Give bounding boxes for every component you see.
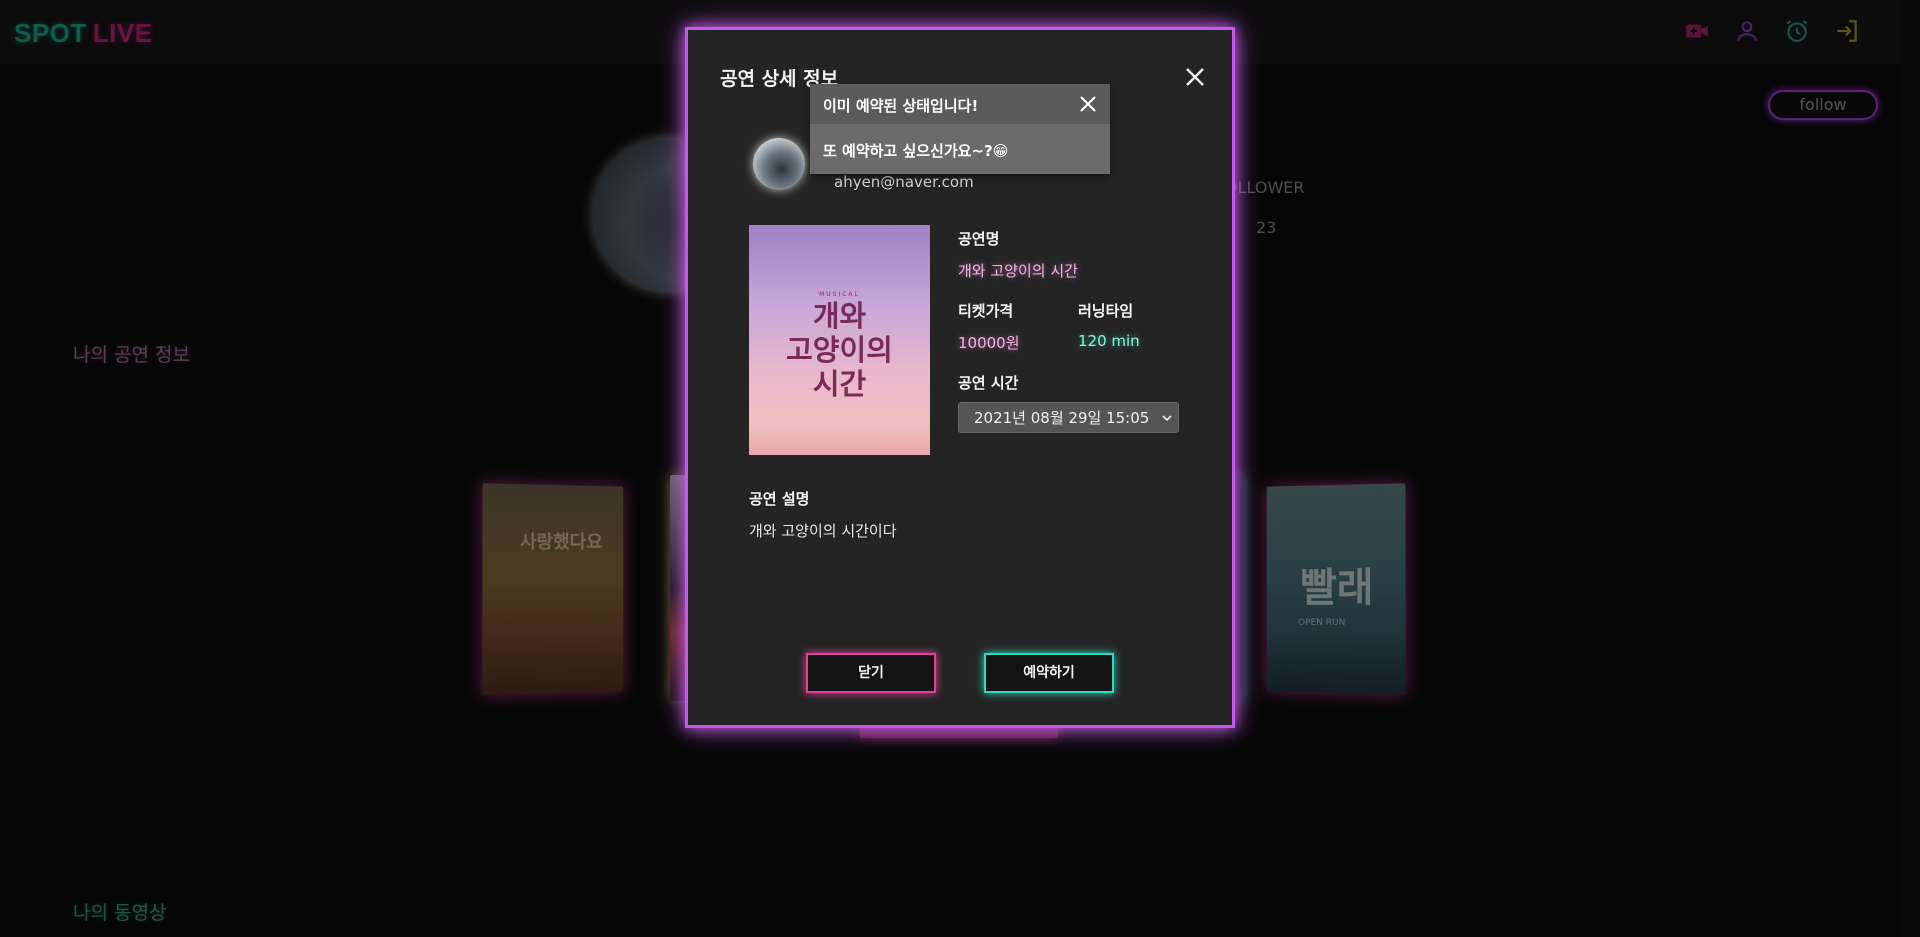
description-value: 개와 고양이의 시간이다	[749, 522, 897, 540]
ticket-price-value: 10000원	[958, 334, 1020, 352]
close-button[interactable]: 닫기	[806, 653, 936, 693]
chevron-down-icon	[1162, 415, 1172, 422]
show-poster-image: MUSICAL 개와 고양이의 시간	[749, 225, 930, 455]
poster-title: 개와 고양이의 시간	[786, 299, 893, 401]
toast-header: 이미 예약된 상태입니다!	[810, 84, 1110, 124]
toast-title: 이미 예약된 상태입니다!	[823, 97, 979, 115]
toast-message: 또 예약하고 싶으신가요~?😁	[823, 142, 1009, 160]
poster-subtitle: MUSICAL	[819, 291, 860, 298]
ticket-price-label: 티켓가격	[958, 302, 1014, 320]
reserve-button[interactable]: 예약하기	[984, 653, 1114, 693]
runtime-value: 120 min	[1078, 332, 1140, 350]
host-email: ahyen@naver.com	[834, 173, 974, 191]
show-time-select[interactable]: 2021년 08월 29일 15:05	[958, 402, 1179, 433]
show-time-label: 공연 시간	[958, 374, 1019, 392]
description-label: 공연 설명	[749, 490, 810, 508]
page: SPOT LIVE follow OLLOWER 23 나의 공연 정보 사랑했다…	[0, 0, 1920, 937]
host-avatar	[753, 138, 805, 190]
close-icon[interactable]	[1078, 94, 1098, 114]
runtime-label: 러닝타임	[1078, 302, 1134, 320]
toast-body: 또 예약하고 싶으신가요~?😁	[810, 124, 1110, 174]
show-name-value: 개와 고양이의 시간	[958, 262, 1078, 280]
close-icon[interactable]	[1184, 66, 1206, 88]
show-name-label: 공연명	[958, 230, 1000, 248]
show-time-selected: 2021년 08월 29일 15:05	[974, 409, 1150, 427]
toast-notification: 이미 예약된 상태입니다! 또 예약하고 싶으신가요~?😁	[810, 84, 1110, 174]
